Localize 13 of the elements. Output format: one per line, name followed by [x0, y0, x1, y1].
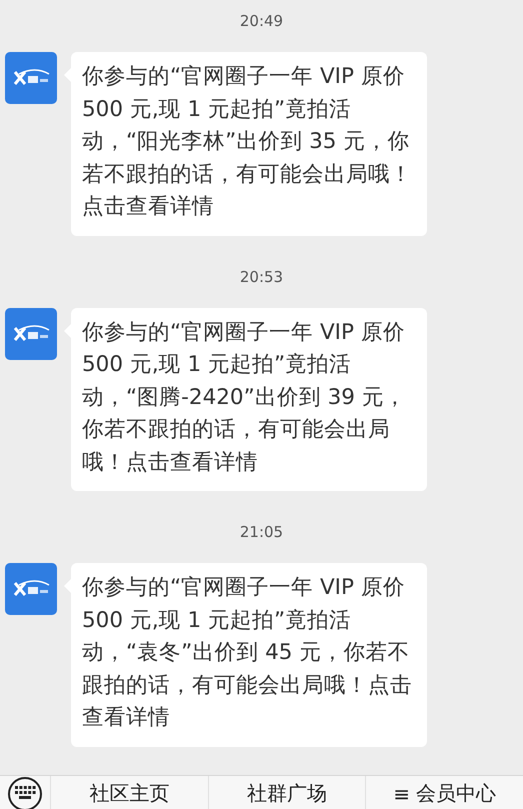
message-bubble[interactable]: 你参与的“官网圈子一年 VIP 原价 500 元,现 1 元起拍”竟拍活动，“图腾-2420”出价到 39 元，你若不跟拍的话，有可能会出局哦！点击查看详情 [71, 308, 427, 491]
menu-tab[interactable]: ≡ 会员中心 [365, 776, 523, 809]
logo-icon [5, 52, 57, 104]
message-bubble[interactable]: 你参与的“官网圈子一年 VIP 原价 500 元,现 1 元起拍”竟拍活动，“阳光李林”出价到 35 元，你若不跟拍的话，有可能会出局哦！点击查看详情 [71, 52, 427, 236]
menu-tab[interactable]: 社群广场 [208, 776, 366, 809]
message-bubble[interactable]: 你参与的“官网圈子一年 VIP 原价 500 元,现 1 元起拍”竟拍活动，“袁冬”出价到 45 元，你若不跟拍的话，有可能会出局哦！点击查看详情 [71, 563, 427, 746]
timestamp: 21:05 [240, 523, 284, 541]
logo-icon [5, 563, 57, 615]
menu-tab[interactable]: 社区主页 [50, 776, 208, 809]
timestamp: 20:53 [240, 268, 284, 286]
timestamp: 20:49 [240, 12, 284, 30]
keyboard-icon [7, 776, 43, 809]
logo-icon [5, 308, 57, 360]
